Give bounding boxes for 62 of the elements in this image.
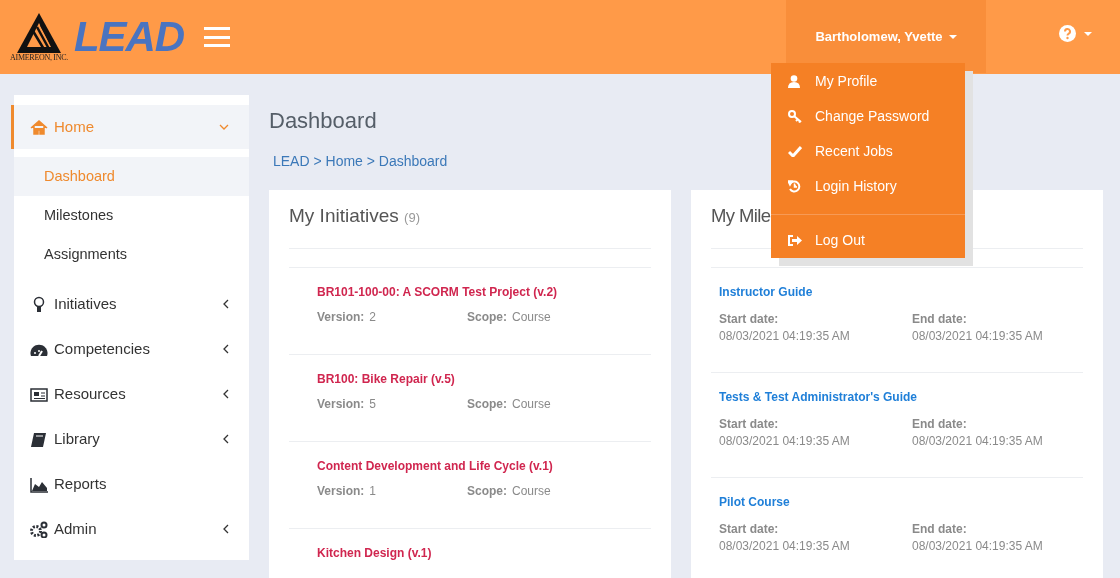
breadcrumb[interactable]: LEAD > Home > Dashboard [273, 153, 448, 169]
logo-caption: AIMEREON, INC. [10, 53, 68, 62]
menu-item[interactable]: Log Out [771, 223, 965, 258]
menu-item[interactable]: Recent Jobs [771, 134, 965, 169]
field-value: 08/03/2021 04:19:35 AM [912, 538, 1043, 555]
field-value: 1 [369, 485, 377, 497]
field-label: Scope: [467, 311, 507, 323]
menu-item[interactable]: Login History [771, 169, 965, 204]
field-label: Start date: [719, 311, 780, 328]
check-icon [788, 146, 802, 157]
field-label: End date: [912, 521, 968, 538]
sidebar-item[interactable]: Reports [14, 462, 249, 506]
sidebar-subitem[interactable]: Milestones [14, 196, 249, 235]
field-value: 08/03/2021 04:19:35 AM [912, 433, 1043, 450]
key-icon [788, 110, 802, 123]
page-title: Dashboard [269, 110, 377, 132]
initiative-link[interactable]: Kitchen Design (v.1) [317, 547, 651, 559]
help-button[interactable] [1059, 25, 1092, 42]
card-title: My Mile [711, 204, 771, 229]
field-label: Version: [317, 485, 365, 497]
sidebar-item[interactable]: Initiatives [14, 282, 249, 326]
milestone-link[interactable]: Tests & Test Administrator's Guide [719, 391, 1083, 403]
menu-item[interactable]: Change Password [771, 99, 965, 134]
initiative-link[interactable]: BR100: Bike Repair (v.5) [317, 373, 651, 385]
card-title: My Initiatives (9) [289, 203, 420, 228]
book-icon [30, 430, 48, 448]
milestone-link[interactable]: Instructor Guide [719, 286, 1083, 298]
field-value: Course [512, 398, 551, 410]
sign-out-icon [788, 235, 802, 246]
sidebar-subitem[interactable]: Assignments [14, 235, 249, 274]
field-value: 2 [369, 311, 377, 323]
field-value: Course [512, 485, 551, 497]
field-value: Course [512, 311, 551, 323]
field-label: Version: [317, 311, 365, 323]
logo-icon [17, 12, 61, 53]
field-label: End date: [912, 416, 968, 433]
initiative-link[interactable]: Content Development and Life Cycle (v.1) [317, 460, 651, 472]
milestone-link[interactable]: Pilot Course [719, 496, 1083, 508]
field-value: 08/03/2021 04:19:35 AM [719, 433, 851, 450]
field-label: Start date: [719, 521, 780, 538]
field-label: Version: [317, 398, 365, 410]
logo-wordmark: LEAD [74, 16, 185, 58]
newspaper-icon [30, 385, 48, 403]
field-label: End date: [912, 311, 968, 328]
gears-icon [30, 520, 48, 538]
sidebar-item[interactable]: Resources [14, 372, 249, 416]
field-label: Start date: [719, 416, 780, 433]
sidebar-item[interactable]: Competencies [14, 327, 249, 371]
field-value: 5 [369, 398, 377, 410]
field-label: Scope: [467, 485, 507, 497]
sidebar-item[interactable]: Admin [14, 507, 249, 551]
field-value: 08/03/2021 04:19:35 AM [719, 328, 851, 345]
field-value: 08/03/2021 04:19:35 AM [719, 538, 851, 555]
field-label: Scope: [467, 398, 507, 410]
area-chart-icon [30, 475, 48, 493]
history-icon [788, 180, 801, 193]
field-value: 08/03/2021 04:19:35 AM [912, 328, 1043, 345]
initiative-link[interactable]: BR101-100-00: A SCORM Test Project (v.2) [317, 286, 651, 298]
sidebar-item[interactable]: Library [14, 417, 249, 461]
person-icon [788, 75, 800, 88]
house-icon [30, 118, 48, 136]
menu-button[interactable] [204, 27, 231, 47]
